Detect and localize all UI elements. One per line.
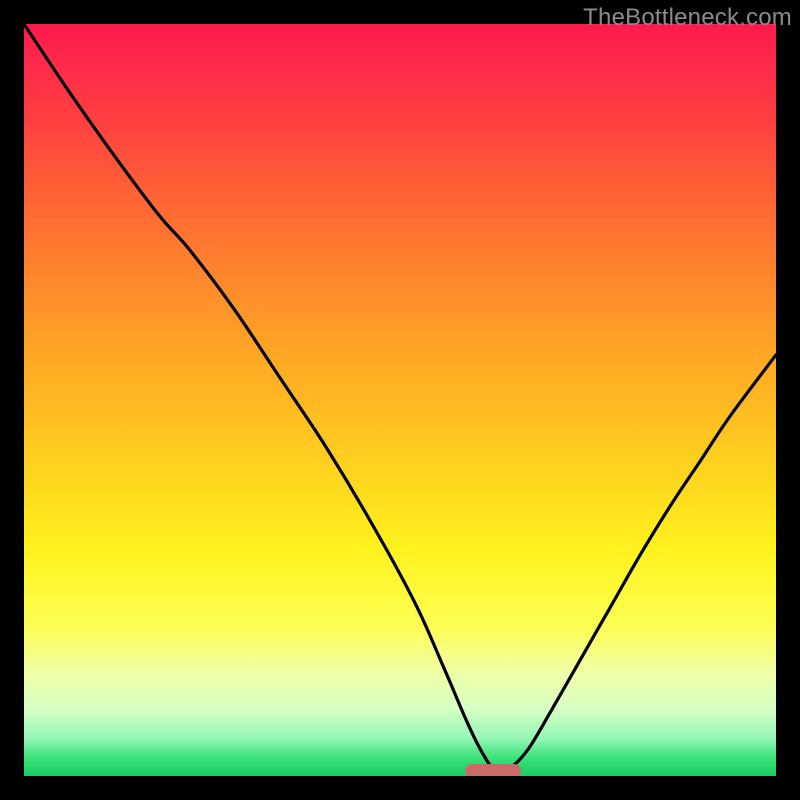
watermark-text: TheBottleneck.com bbox=[583, 4, 792, 32]
plot-area bbox=[24, 24, 776, 776]
optimal-marker bbox=[465, 764, 521, 776]
chart-frame: TheBottleneck.com bbox=[0, 0, 800, 800]
bottleneck-curve bbox=[24, 24, 776, 776]
